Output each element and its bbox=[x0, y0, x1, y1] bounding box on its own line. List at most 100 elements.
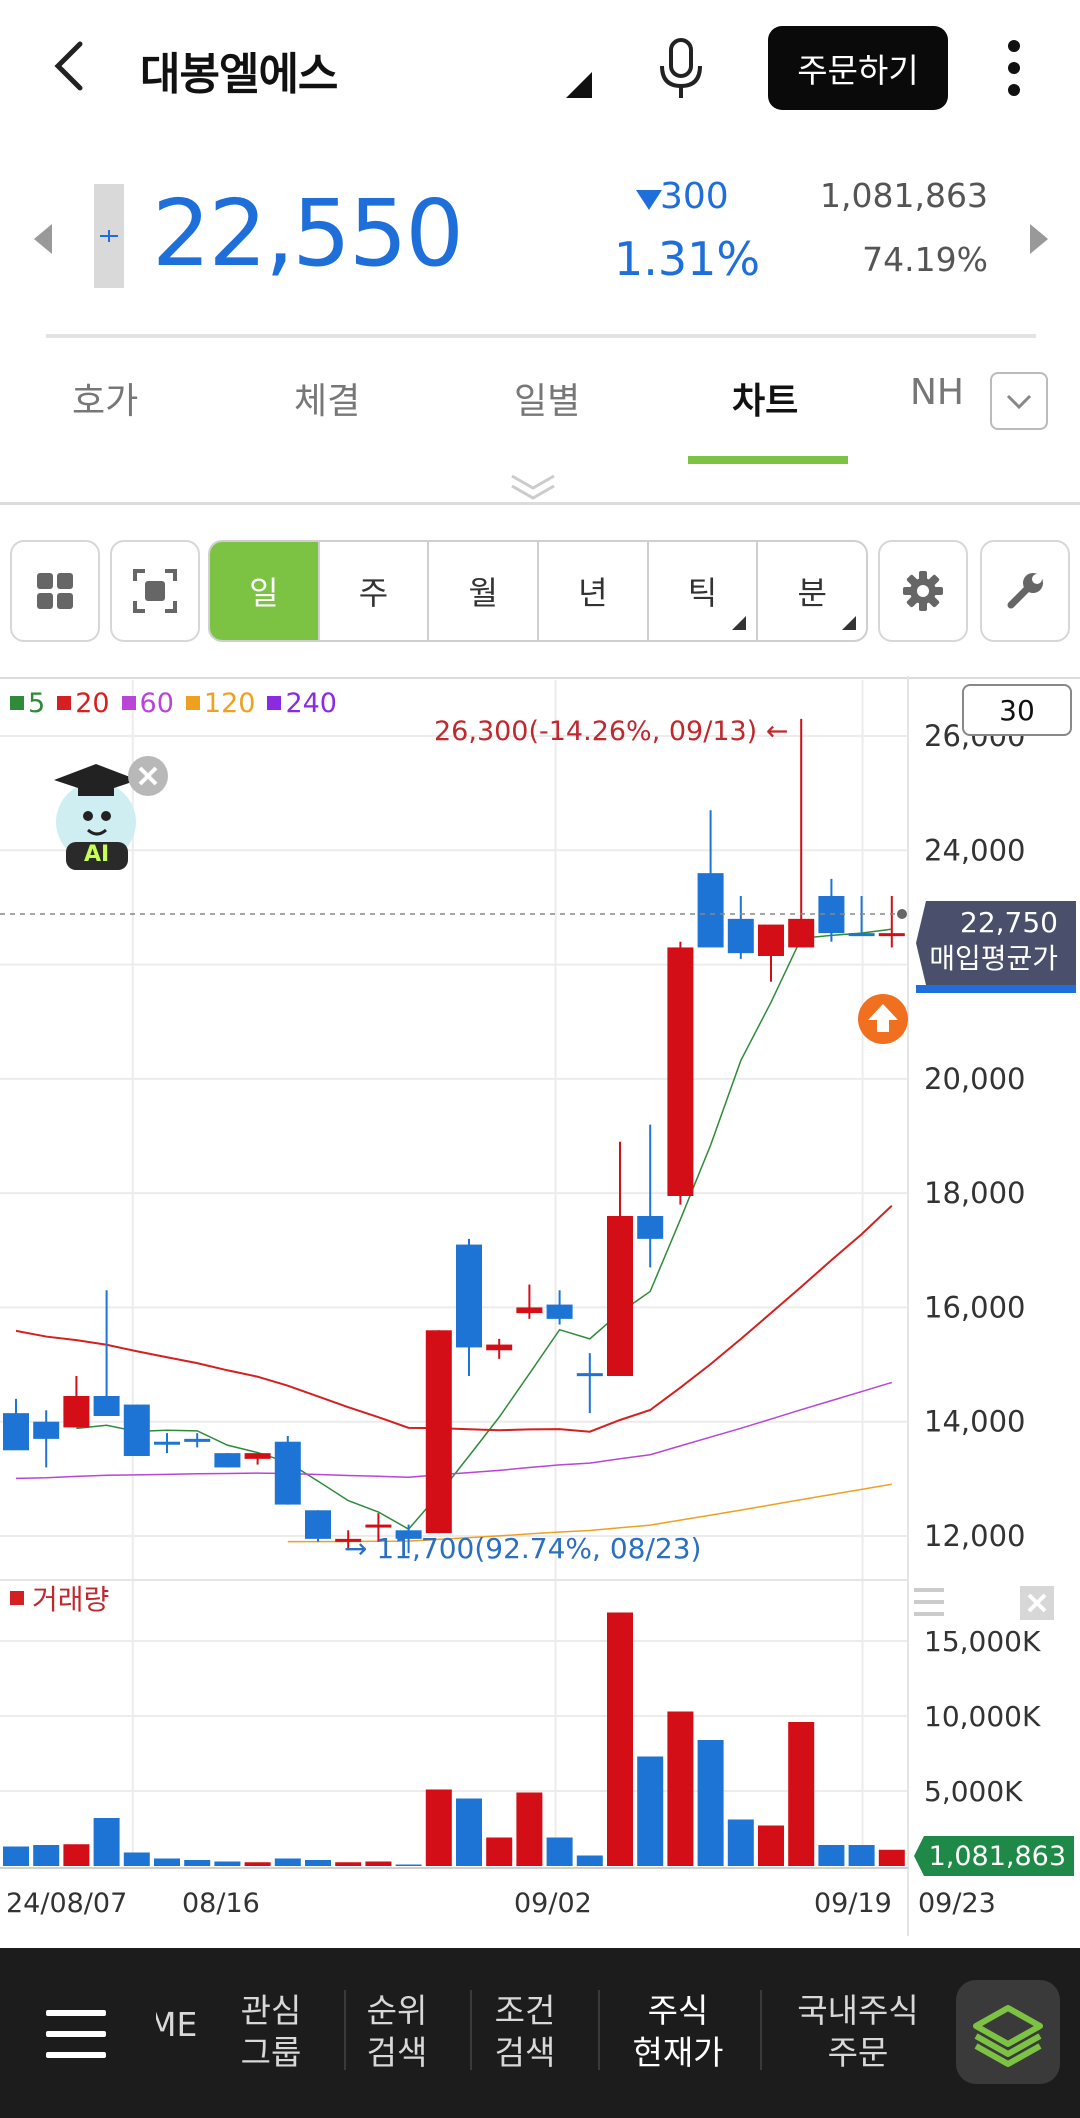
price-change: 300 bbox=[660, 176, 729, 217]
period-month[interactable]: 월 bbox=[429, 542, 540, 640]
volume-bar bbox=[305, 1860, 331, 1866]
stock-dropdown-icon[interactable] bbox=[566, 72, 592, 98]
nav-item-me[interactable]: ME bbox=[156, 2004, 197, 2046]
period-week[interactable]: 주 bbox=[320, 542, 430, 640]
tabs-expand-button[interactable] bbox=[990, 372, 1048, 430]
more-menu-button[interactable] bbox=[996, 36, 1032, 100]
next-stock-button[interactable] bbox=[1026, 222, 1050, 256]
nav-divider bbox=[598, 1990, 600, 2070]
hamburger-icon bbox=[46, 2010, 106, 2058]
ma-legend[interactable]: 5 20 60 120 240 bbox=[10, 686, 337, 720]
corner-triangle-icon bbox=[842, 616, 857, 630]
candle-body bbox=[123, 1404, 150, 1456]
candle-body bbox=[244, 1453, 271, 1459]
divider bbox=[0, 502, 1080, 505]
max-price-annotation: 26,300(-14.26%, 09/13) ← bbox=[434, 716, 789, 747]
nav-item-ranking[interactable]: 순위 검색 bbox=[352, 1990, 442, 2074]
legend-swatch bbox=[121, 696, 136, 710]
nav-item-watchlist[interactable]: 관심 그룹 bbox=[226, 1990, 316, 2074]
candle-body bbox=[848, 933, 875, 937]
nav-item-current-price[interactable]: 주식 현재가 bbox=[608, 1990, 748, 2074]
volume-title: 거래량 bbox=[10, 1578, 109, 1618]
mini-chart-thumbnail bbox=[94, 184, 124, 288]
tab-orderbook[interactable]: 호가 bbox=[72, 372, 138, 424]
layout-grid-button[interactable] bbox=[10, 540, 100, 642]
period-minute[interactable]: 분 bbox=[758, 542, 866, 640]
order-button[interactable]: 주문하기 bbox=[768, 26, 948, 110]
main-menu-button[interactable] bbox=[40, 2004, 116, 2064]
volume-bar bbox=[486, 1837, 513, 1866]
chart-tools-button[interactable] bbox=[980, 540, 1070, 642]
candle-body bbox=[214, 1453, 241, 1468]
volume-bar bbox=[335, 1862, 362, 1866]
close-icon bbox=[138, 766, 158, 786]
chart-settings-button[interactable] bbox=[878, 540, 968, 642]
candle-body bbox=[607, 1216, 633, 1376]
candle-body bbox=[154, 1441, 180, 1445]
stock-name[interactable]: 대봉엘에스 bbox=[140, 38, 338, 102]
corner-triangle-icon bbox=[566, 72, 592, 98]
panel-close-button[interactable] bbox=[1020, 1586, 1054, 1620]
volume-bar bbox=[788, 1722, 815, 1866]
legend-swatch bbox=[57, 696, 72, 710]
voice-search-button[interactable] bbox=[654, 36, 708, 100]
volume-ratio: 74.19% bbox=[862, 240, 988, 279]
volume-bar bbox=[93, 1818, 120, 1866]
panel-menu-button[interactable] bbox=[910, 1584, 950, 1620]
arrow-up-icon bbox=[868, 1004, 898, 1032]
tab-daily[interactable]: 일별 bbox=[514, 372, 580, 424]
period-day[interactable]: 일 bbox=[210, 542, 320, 640]
x-tick-label: 24/08/07 bbox=[6, 1888, 127, 1919]
volume-bar bbox=[184, 1860, 211, 1866]
tab-chart[interactable]: 차트 bbox=[732, 372, 798, 424]
legend-swatch bbox=[185, 696, 200, 710]
arrow-left-icon: ← bbox=[765, 716, 789, 747]
volume-bar bbox=[244, 1862, 271, 1866]
period-year[interactable]: 년 bbox=[539, 542, 649, 640]
volume-bar bbox=[154, 1858, 180, 1866]
volume-bar bbox=[637, 1756, 664, 1866]
y-tick-label: 24,000 bbox=[924, 833, 1025, 867]
volume-bar bbox=[123, 1852, 150, 1866]
back-button[interactable] bbox=[40, 36, 100, 96]
nav-divider bbox=[470, 1990, 472, 2070]
volume-bar bbox=[878, 1849, 905, 1866]
volume-bar bbox=[274, 1858, 301, 1866]
candle-body bbox=[274, 1441, 301, 1505]
ai-close-button[interactable] bbox=[128, 756, 168, 796]
layers-button[interactable] bbox=[956, 1980, 1060, 2084]
candle-body bbox=[546, 1304, 573, 1319]
volume-bar bbox=[667, 1711, 694, 1866]
nav-item-condition-search[interactable]: 조건 검색 bbox=[480, 1990, 570, 2074]
volume-bar bbox=[3, 1846, 29, 1866]
prev-stock-button[interactable] bbox=[32, 222, 56, 256]
scroll-to-top-button[interactable] bbox=[858, 994, 908, 1044]
fullscreen-button[interactable] bbox=[110, 540, 200, 642]
candle-body bbox=[425, 1330, 452, 1534]
period-tick[interactable]: 틱 bbox=[649, 542, 759, 640]
nav-item-domestic-order[interactable]: 국내주식 주문 bbox=[778, 1990, 938, 2074]
volume-bar bbox=[758, 1825, 784, 1866]
volume-tick-label: 10,000K bbox=[924, 1700, 1041, 1733]
x-tick-label: 09/19 bbox=[814, 1888, 892, 1919]
candle-body bbox=[486, 1344, 513, 1351]
tab-trades[interactable]: 체결 bbox=[294, 372, 360, 424]
volume-bar bbox=[214, 1861, 241, 1866]
price-change-percent: 1.31% bbox=[614, 232, 761, 286]
legend-ma60: 60 bbox=[121, 688, 174, 719]
tab-nh-clip[interactable]: NH투 bbox=[910, 372, 990, 422]
chevron-left-icon bbox=[54, 41, 83, 91]
candle-body bbox=[184, 1438, 211, 1442]
collapse-handle[interactable] bbox=[508, 470, 558, 504]
candle-body bbox=[3, 1413, 29, 1451]
candle-body bbox=[667, 947, 694, 1196]
close-icon bbox=[1027, 1593, 1047, 1613]
candle-body bbox=[93, 1396, 120, 1416]
candle-body bbox=[727, 918, 754, 954]
count-input[interactable]: 30 bbox=[962, 684, 1072, 736]
avg-price-marker bbox=[897, 909, 907, 919]
volume-bar bbox=[727, 1819, 754, 1866]
legend-swatch bbox=[267, 696, 282, 710]
volume-bar bbox=[848, 1845, 875, 1866]
mini-candle-icon bbox=[100, 230, 118, 242]
